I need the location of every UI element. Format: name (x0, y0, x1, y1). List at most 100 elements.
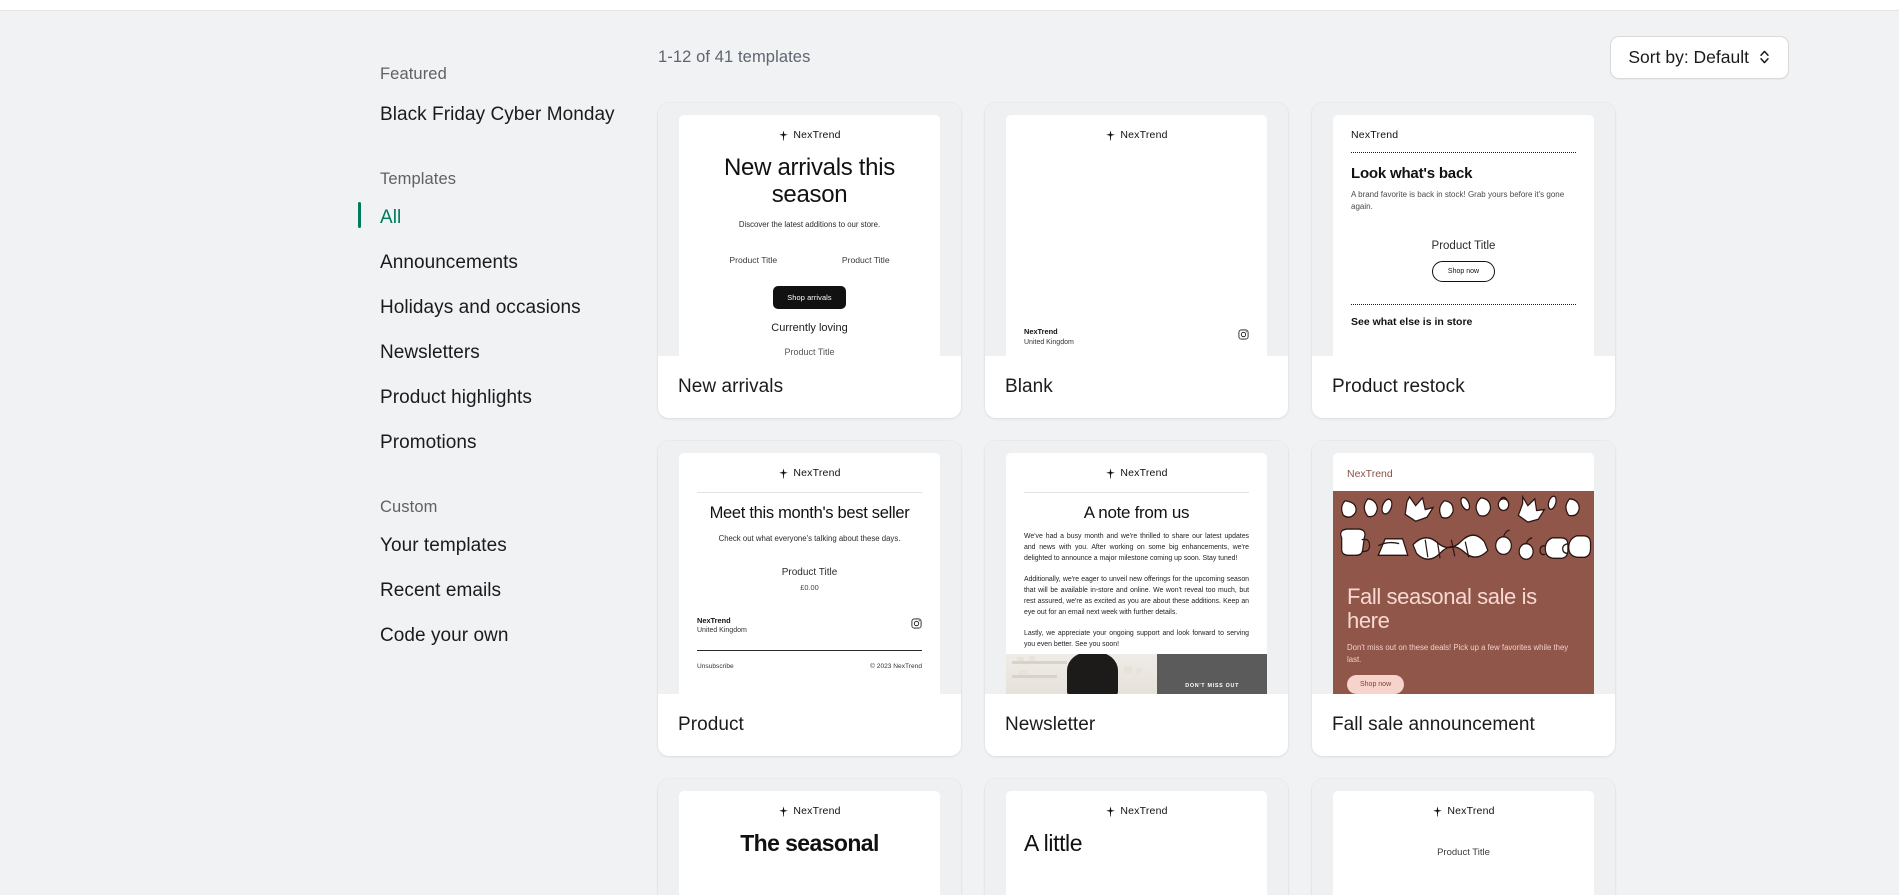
promo-text: DON'T MISS OUT (1185, 683, 1240, 689)
template-count: 1-12 of 41 templates (658, 47, 811, 66)
template-preview: NexTrend A note from us We've had a busy… (985, 441, 1288, 694)
sidebar-item-code-your-own[interactable]: Code your own (380, 617, 650, 655)
brand-name: NexTrend (1351, 129, 1399, 141)
template-card-label: Product (658, 694, 961, 756)
template-card-label: Newsletter (985, 694, 1288, 756)
main-header: 1-12 of 41 templates Sort by: Default (650, 11, 1899, 103)
divider (697, 649, 922, 651)
sparkle-icon (1432, 805, 1443, 817)
email-paragraph: Lastly, we appreciate your ongoing suppo… (1024, 629, 1249, 648)
sidebar-item-label: All (380, 207, 402, 228)
sort-by-select[interactable]: Sort by: Default (1610, 35, 1789, 79)
instagram-icon (911, 616, 922, 629)
product-title: Product Title (781, 566, 838, 578)
sidebar-item-label: Newsletters (380, 342, 480, 363)
sidebar-item-your-templates[interactable]: Your templates (380, 527, 650, 565)
top-bar (0, 0, 1899, 11)
brand-logo: NexTrend (697, 805, 922, 817)
brand-name: NexTrend (1120, 467, 1168, 479)
sidebar-group-custom: Custom Your templates Recent emails Code… (380, 492, 650, 655)
divider (697, 492, 922, 493)
sidebar-item-label: Code your own (380, 625, 509, 646)
autumn-pattern-illustration (1333, 491, 1594, 569)
sidebar-group-title: Custom (380, 498, 438, 516)
email-legal: Unsubscribe © 2023 NexTrend (697, 663, 922, 670)
sidebar-item-label: Promotions (380, 432, 477, 453)
sort-by-label: Sort by: Default (1628, 46, 1749, 67)
sidebar-item-black-friday-cyber-monday[interactable]: Black Friday Cyber Monday (380, 96, 650, 134)
sidebar-item-label: Recent emails (380, 580, 502, 601)
email-heading: A note from us (1083, 503, 1190, 522)
product-price: £0.00 (800, 582, 819, 592)
brand-logo: NexTrend (1024, 805, 1249, 817)
sidebar-item-label: Black Friday Cyber Monday (380, 104, 615, 125)
template-card-new-arrivals[interactable]: NexTrend New arrivals this season Discov… (658, 103, 961, 418)
sparkle-icon (778, 805, 789, 817)
footer-brand-name: NexTrend (697, 615, 731, 625)
sidebar-group-templates: Templates All Announcements Holidays and… (358, 164, 650, 462)
sparkle-icon (1105, 467, 1116, 479)
template-preview: NexTrend Meet this month's best seller C… (658, 441, 961, 694)
template-card-row3-1[interactable]: NexTrend The seasonal (658, 779, 961, 895)
brand-logo: NexTrend (1351, 805, 1576, 817)
sidebar-group-featured: Featured Black Friday Cyber Monday (380, 59, 650, 134)
unsubscribe-link: Unsubscribe (697, 662, 734, 670)
template-card-product-restock[interactable]: NexTrend Look what's back A brand favori… (1312, 103, 1615, 418)
template-preview: NexTrend The seasonal (658, 779, 961, 895)
email-heading: Fall seasonal sale is here (1347, 584, 1537, 634)
sidebar-item-all[interactable]: All (358, 199, 650, 237)
sparkle-icon (778, 129, 789, 141)
sidebar-item-label: Product highlights (380, 387, 532, 408)
brand-logo: NexTrend (1024, 129, 1249, 141)
divider-dotted (1351, 152, 1576, 153)
sidebar-item-holidays-and-occasions[interactable]: Holidays and occasions (380, 289, 650, 327)
product-title: Product Title (784, 346, 835, 356)
email-heading: A little (1024, 830, 1083, 856)
template-card-label: Fall sale announcement (1312, 694, 1615, 756)
email-paragraph: We've had a busy month and we're thrille… (1024, 533, 1249, 563)
template-card-label: New arrivals (658, 356, 961, 418)
sidebar-item-recent-emails[interactable]: Recent emails (380, 572, 650, 610)
copyright-text: © 2023 NexTrend (870, 662, 922, 670)
template-preview: NexTrend A little (985, 779, 1288, 895)
email-body: A brand favorite is back in stock! Grab … (1351, 190, 1565, 211)
email-heading: The seasonal (740, 830, 879, 856)
template-card-row3-2[interactable]: NexTrend A little (985, 779, 1288, 895)
footer-brand-name: NexTrend (1024, 327, 1058, 337)
sidebar-item-newsletters[interactable]: Newsletters (380, 334, 650, 372)
email-footer: NexTrend United Kingdom (1024, 327, 1249, 348)
brand-name: NexTrend (1120, 129, 1168, 141)
sidebar-item-product-highlights[interactable]: Product highlights (380, 379, 650, 417)
template-card-row3-3[interactable]: NexTrend Product Title (1312, 779, 1615, 895)
cta-button: Shop now (1431, 261, 1496, 283)
template-preview: NexTrend Look what's back A brand favori… (1312, 103, 1615, 356)
template-card-label: Blank (985, 356, 1288, 418)
template-card-blank[interactable]: NexTrend NexTrend United Kingdom Blank (985, 103, 1288, 418)
email-subtitle: Discover the latest additions to our sto… (738, 219, 881, 229)
lifestyle-photo (1006, 654, 1158, 694)
template-card-newsletter[interactable]: NexTrend A note from us We've had a busy… (985, 441, 1288, 756)
fall-hero: Fall seasonal sale is here Don't miss ou… (1333, 491, 1594, 694)
email-paragraph: Additionally, we're eager to unveil new … (1024, 576, 1249, 616)
brand-logo: NexTrend (697, 467, 922, 479)
email-heading: New arrivals this season (724, 154, 895, 209)
email-section-heading: See what else is in store (1351, 316, 1473, 329)
sidebar-group-title: Templates (380, 170, 457, 188)
sparkle-icon (778, 467, 789, 479)
sidebar-item-label: Announcements (380, 252, 518, 273)
divider (1024, 492, 1249, 493)
template-preview: NexTrend Product Title (1312, 779, 1615, 895)
email-heading: Look what's back (1351, 165, 1473, 182)
template-card-fall-sale-announcement[interactable]: NexTrend Fall seasonal sale is here Don'… (1312, 441, 1615, 756)
brand-name: NexTrend (1347, 468, 1393, 480)
cta-button: Shop now (1347, 674, 1405, 694)
sidebar-item-announcements[interactable]: Announcements (380, 244, 650, 282)
template-card-product[interactable]: NexTrend Meet this month's best seller C… (658, 441, 961, 756)
brand-name: NexTrend (1120, 805, 1168, 817)
sparkle-icon (1105, 805, 1116, 817)
sidebar: Featured Black Friday Cyber Monday Templ… (0, 11, 650, 895)
sparkle-icon (1105, 129, 1116, 141)
product-title: Product Title (841, 254, 890, 265)
sidebar-item-promotions[interactable]: Promotions (380, 424, 650, 462)
templates-page: Featured Black Friday Cyber Monday Templ… (0, 0, 1899, 895)
